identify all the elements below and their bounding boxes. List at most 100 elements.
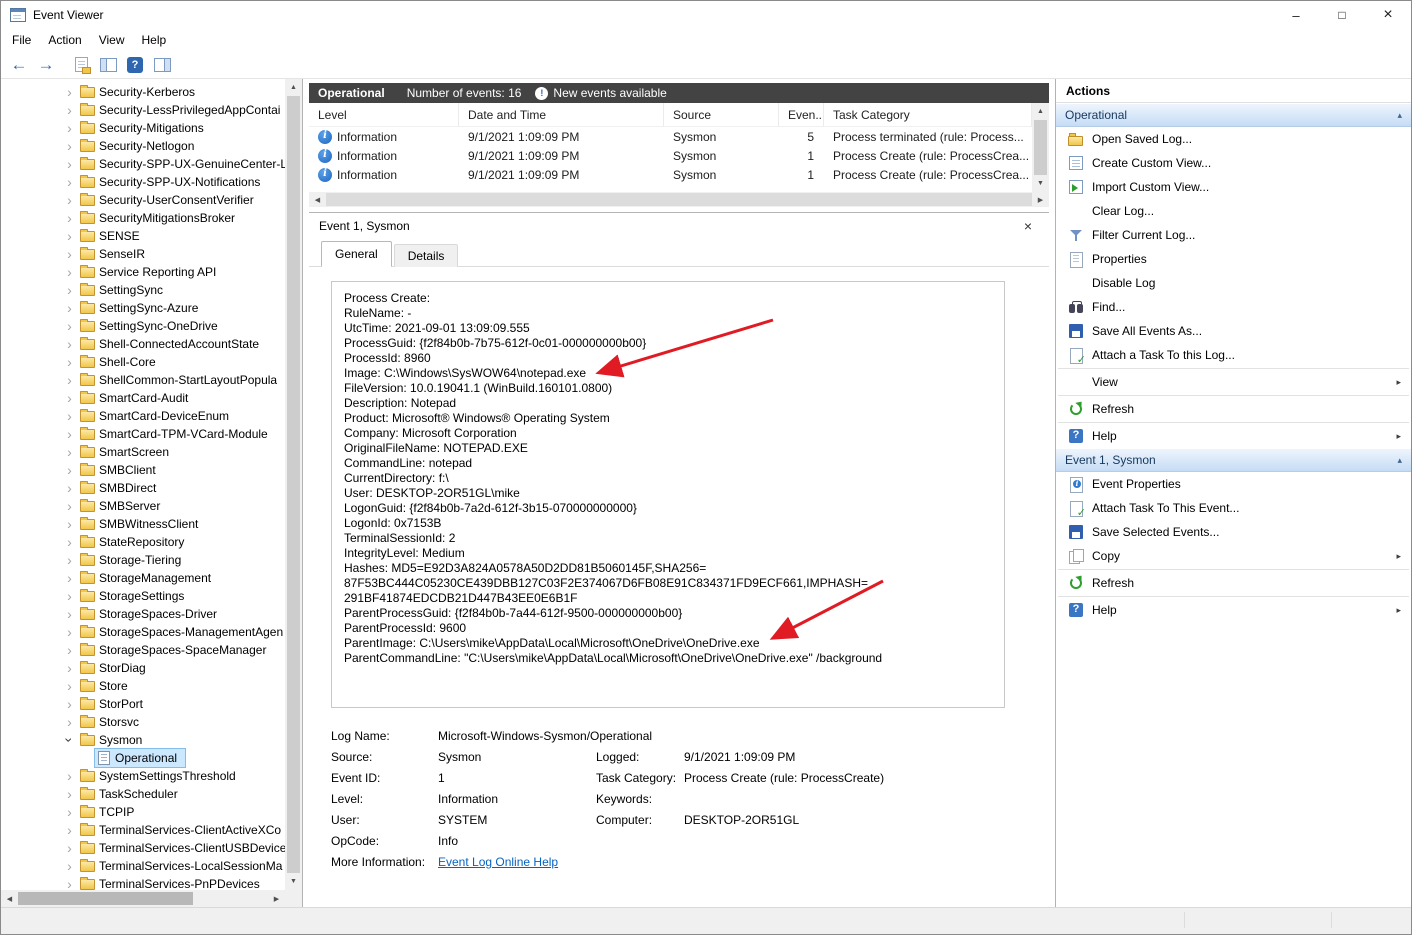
tree-item-taskscheduler[interactable]: TaskScheduler bbox=[1, 785, 285, 803]
tree-item-sysmon[interactable]: Sysmon bbox=[1, 731, 285, 749]
action-attach-a-task-to-this-log-[interactable]: Attach a Task To this Log... bbox=[1056, 343, 1411, 367]
expand-toggle-icon[interactable] bbox=[61, 409, 78, 423]
expand-toggle-icon[interactable] bbox=[61, 661, 78, 675]
action-copy[interactable]: Copy▸ bbox=[1056, 544, 1411, 568]
tree-item-storagemanagement[interactable]: StorageManagement bbox=[1, 569, 285, 587]
tree-item-storport[interactable]: StorPort bbox=[1, 695, 285, 713]
tree-item-shellcommon-startlayoutpopula[interactable]: ShellCommon-StartLayoutPopula bbox=[1, 371, 285, 389]
expand-toggle-icon[interactable] bbox=[61, 211, 78, 225]
tree-item-terminalservices-localsessionma[interactable]: TerminalServices-LocalSessionMa bbox=[1, 857, 285, 875]
tree-item-smbclient[interactable]: SMBClient bbox=[1, 461, 285, 479]
scrollbar-thumb[interactable] bbox=[1034, 120, 1047, 175]
tab-details[interactable]: Details bbox=[394, 244, 459, 267]
expand-toggle-icon[interactable] bbox=[61, 337, 78, 351]
expand-toggle-icon[interactable] bbox=[61, 247, 78, 261]
action-help[interactable]: Help▸ bbox=[1056, 598, 1411, 622]
expand-toggle-icon[interactable] bbox=[61, 265, 78, 279]
scroll-left-icon[interactable] bbox=[2, 891, 17, 906]
column-header-source[interactable]: Source bbox=[664, 103, 779, 126]
expand-toggle-icon[interactable] bbox=[61, 481, 78, 495]
menu-file[interactable]: File bbox=[12, 33, 31, 47]
action-open-saved-log-[interactable]: Open Saved Log... bbox=[1056, 127, 1411, 151]
expand-toggle-icon[interactable] bbox=[61, 121, 78, 135]
expand-toggle-icon[interactable] bbox=[61, 283, 78, 297]
tree-item-smartscreen[interactable]: SmartScreen bbox=[1, 443, 285, 461]
tree-item-security-netlogon[interactable]: Security-Netlogon bbox=[1, 137, 285, 155]
expand-toggle-icon[interactable] bbox=[61, 319, 78, 333]
scroll-right-icon[interactable] bbox=[269, 891, 284, 906]
tree-item-smartcard-audit[interactable]: SmartCard-Audit bbox=[1, 389, 285, 407]
tree-item-stordiag[interactable]: StorDiag bbox=[1, 659, 285, 677]
event-row[interactable]: Information9/1/2021 1:09:09 PMSysmon1Pro… bbox=[309, 165, 1032, 184]
action-refresh[interactable]: Refresh bbox=[1056, 397, 1411, 421]
expand-toggle-icon[interactable] bbox=[61, 229, 78, 243]
expand-toggle-icon[interactable] bbox=[61, 301, 78, 315]
expand-toggle-icon[interactable] bbox=[61, 733, 78, 747]
column-header-level[interactable]: Level bbox=[309, 103, 459, 126]
expand-toggle-icon[interactable] bbox=[61, 499, 78, 513]
tree-item-terminalservices-clientusbdevice[interactable]: TerminalServices-ClientUSBDevice bbox=[1, 839, 285, 857]
tree-item-store[interactable]: Store bbox=[1, 677, 285, 695]
event-description[interactable]: Process Create: RuleName: - UtcTime: 202… bbox=[331, 281, 1005, 708]
tree-item-smbwitnessclient[interactable]: SMBWitnessClient bbox=[1, 515, 285, 533]
tab-general[interactable]: General bbox=[321, 241, 392, 267]
expand-toggle-icon[interactable] bbox=[61, 697, 78, 711]
scroll-up-icon[interactable] bbox=[1033, 104, 1048, 119]
action-clear-log-[interactable]: Clear Log... bbox=[1056, 199, 1411, 223]
tree-item-systemsettingsthreshold[interactable]: SystemSettingsThreshold bbox=[1, 767, 285, 785]
action-event-properties[interactable]: Event Properties bbox=[1056, 472, 1411, 496]
tree-item-terminalservices-clientactivexco[interactable]: TerminalServices-ClientActiveXCo bbox=[1, 821, 285, 839]
tree-item-security-userconsentverifier[interactable]: Security-UserConsentVerifier bbox=[1, 191, 285, 209]
tree-item-service-reporting-api[interactable]: Service Reporting API bbox=[1, 263, 285, 281]
toolbar-forward-button[interactable]: → bbox=[33, 53, 59, 77]
expand-toggle-icon[interactable] bbox=[61, 427, 78, 441]
scroll-left-icon[interactable] bbox=[310, 192, 325, 207]
expand-toggle-icon[interactable] bbox=[61, 193, 78, 207]
tree-item-smbdirect[interactable]: SMBDirect bbox=[1, 479, 285, 497]
expand-toggle-icon[interactable] bbox=[61, 823, 78, 837]
action-refresh[interactable]: Refresh bbox=[1056, 571, 1411, 595]
tree-item-securitymitigationsbroker[interactable]: SecurityMitigationsBroker bbox=[1, 209, 285, 227]
tree-item-senseir[interactable]: SenseIR bbox=[1, 245, 285, 263]
tree-item-operational[interactable]: Operational bbox=[1, 749, 285, 767]
tree-item-settingsync[interactable]: SettingSync bbox=[1, 281, 285, 299]
expand-toggle-icon[interactable] bbox=[61, 535, 78, 549]
tree-item-shell-connectedaccountstate[interactable]: Shell-ConnectedAccountState bbox=[1, 335, 285, 353]
scrollbar-thumb[interactable] bbox=[326, 193, 1032, 206]
tree-item-smbserver[interactable]: SMBServer bbox=[1, 497, 285, 515]
expand-toggle-icon[interactable] bbox=[61, 175, 78, 189]
tree-item-tcpip[interactable]: TCPIP bbox=[1, 803, 285, 821]
expand-toggle-icon[interactable] bbox=[61, 625, 78, 639]
toolbar-back-button[interactable]: ← bbox=[6, 53, 32, 77]
toolbar-console-tree-toggle-button[interactable] bbox=[95, 53, 121, 77]
tree-vertical-scrollbar[interactable] bbox=[285, 79, 302, 890]
toolbar-export-log-button[interactable] bbox=[68, 53, 94, 77]
action-save-all-events-as-[interactable]: Save All Events As... bbox=[1056, 319, 1411, 343]
expand-toggle-icon[interactable] bbox=[61, 805, 78, 819]
tree-item-security-mitigations[interactable]: Security-Mitigations bbox=[1, 119, 285, 137]
action-create-custom-view-[interactable]: Create Custom View... bbox=[1056, 151, 1411, 175]
action-find-[interactable]: Find... bbox=[1056, 295, 1411, 319]
column-header-task[interactable]: Task Category bbox=[824, 103, 1032, 126]
tree-item-storagespaces-driver[interactable]: StorageSpaces-Driver bbox=[1, 605, 285, 623]
maximize-button[interactable]: □ bbox=[1319, 1, 1365, 29]
expand-toggle-icon[interactable] bbox=[61, 787, 78, 801]
expand-toggle-icon[interactable] bbox=[61, 859, 78, 873]
online-help-link[interactable]: Event Log Online Help bbox=[438, 852, 1005, 873]
expand-toggle-icon[interactable] bbox=[61, 679, 78, 693]
scrollbar-thumb[interactable] bbox=[287, 96, 300, 873]
expand-toggle-icon[interactable] bbox=[61, 769, 78, 783]
tree-item-storagesettings[interactable]: StorageSettings bbox=[1, 587, 285, 605]
tree-item-smartcard-deviceenum[interactable]: SmartCard-DeviceEnum bbox=[1, 407, 285, 425]
expand-toggle-icon[interactable] bbox=[61, 715, 78, 729]
expand-toggle-icon[interactable] bbox=[61, 445, 78, 459]
scroll-down-icon[interactable] bbox=[286, 874, 301, 889]
expand-toggle-icon[interactable] bbox=[61, 517, 78, 531]
action-help[interactable]: Help▸ bbox=[1056, 424, 1411, 448]
scrollbar-thumb[interactable] bbox=[18, 892, 193, 905]
expand-toggle-icon[interactable] bbox=[61, 85, 78, 99]
tree-item-staterepository[interactable]: StateRepository bbox=[1, 533, 285, 551]
tree-item-settingsync-onedrive[interactable]: SettingSync-OneDrive bbox=[1, 317, 285, 335]
scroll-down-icon[interactable] bbox=[1033, 176, 1048, 191]
toolbar-action-pane-toggle-button[interactable] bbox=[149, 53, 175, 77]
